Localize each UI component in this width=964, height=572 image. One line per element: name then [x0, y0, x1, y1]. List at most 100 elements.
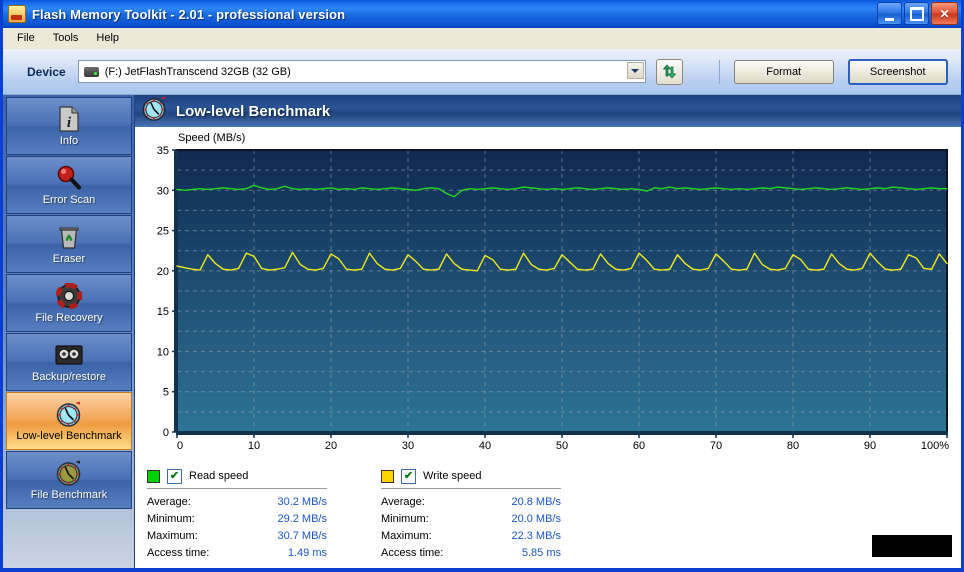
svg-text:0: 0: [177, 440, 183, 452]
menu-bar: File Tools Help: [3, 28, 961, 49]
window-title: Flash Memory Toolkit - 2.01 - profession…: [32, 6, 346, 22]
sidebar-item-label: Info: [59, 135, 79, 147]
write-minimum-row: Minimum: 20.0 MB/s: [381, 510, 601, 527]
menu-item-help[interactable]: Help: [88, 30, 127, 46]
stopwatch-blue-icon: [54, 400, 84, 428]
sidebar-item-file-recovery[interactable]: File Recovery: [6, 274, 132, 332]
stat-value: 1.49 ms: [287, 546, 327, 559]
benchmark-chart: Speed (MB/s) 0 5 10 15 20 25 30 35 0 10 20 30 40 50 60…: [135, 127, 961, 461]
read-access-time-row: Access time: 1.49 ms: [147, 544, 367, 561]
title-bar: Flash Memory Toolkit - 2.01 - profession…: [3, 0, 961, 28]
sidebar-item-info[interactable]: i Info: [6, 97, 132, 155]
svg-text:70: 70: [710, 440, 722, 452]
svg-text:40: 40: [479, 440, 491, 452]
sidebar-item-backup-restore[interactable]: Backup/restore: [6, 333, 132, 391]
lifebuoy-icon: [54, 282, 84, 310]
screenshot-button[interactable]: Screenshot: [847, 58, 948, 85]
sidebar-filler: [6, 510, 132, 568]
write-access-time-row: Access time: 5.85 ms: [381, 544, 601, 561]
write-legend-label: Write speed: [423, 470, 482, 482]
read-minimum-row: Minimum: 29.2 MB/s: [147, 510, 367, 527]
page-title: Low-level Benchmark: [176, 102, 331, 120]
svg-text:20: 20: [157, 266, 169, 278]
close-button[interactable]: ✕: [931, 2, 958, 25]
chart-axis-title: Speed (MB/s): [178, 132, 246, 144]
stat-key: Average:: [381, 495, 425, 508]
minimize-button[interactable]: [877, 2, 902, 25]
stat-value: 20.0 MB/s: [511, 512, 561, 525]
stat-key: Access time:: [381, 546, 444, 559]
read-speed-checkbox[interactable]: ✔: [167, 468, 182, 484]
sidebar-item-error-scan[interactable]: Error Scan: [6, 156, 132, 214]
write-color-swatch: [381, 469, 394, 483]
stat-key: Minimum:: [147, 512, 195, 525]
write-average-row: Average: 20.8 MB/s: [381, 493, 601, 510]
sidebar-item-label: File Recovery: [35, 312, 103, 324]
refresh-button[interactable]: [655, 58, 683, 85]
menu-item-file[interactable]: File: [9, 30, 43, 46]
stat-key: Maximum:: [381, 529, 432, 542]
chart-svg: 0 5 10 15 20 25 30 35 0 10 20 30 40 50 60 70 80 90 100%: [157, 145, 949, 452]
info-document-icon: i: [54, 105, 84, 133]
sidebar-item-label: File Benchmark: [30, 489, 108, 501]
cassette-tape-icon: [54, 341, 84, 369]
svg-text:10: 10: [157, 346, 169, 358]
svg-text:80: 80: [787, 440, 799, 452]
refresh-icon: [662, 64, 676, 79]
stat-value: 5.85 ms: [521, 546, 561, 559]
read-average-row: Average: 30.2 MB/s: [147, 493, 367, 510]
menu-item-tools[interactable]: Tools: [45, 30, 87, 46]
write-stats-column: ✔ Write speed Average: 20.8 MB/s Minimum…: [381, 467, 601, 561]
svg-text:100%: 100%: [921, 440, 949, 452]
read-legend-label: Read speed: [189, 470, 249, 482]
sidebar-item-low-level-benchmark[interactable]: Low-level Benchmark: [6, 392, 132, 450]
stat-key: Access time:: [147, 546, 210, 559]
trash-recycle-icon: [54, 223, 84, 251]
divider: [147, 488, 327, 489]
device-select[interactable]: (F:) JetFlashTranscend 32GB (32 GB): [77, 60, 646, 83]
svg-text:10: 10: [248, 440, 260, 452]
window-controls: ✕: [877, 2, 958, 25]
svg-text:5: 5: [163, 387, 169, 399]
svg-text:20: 20: [325, 440, 337, 452]
device-toolbar: Device (F:) JetFlashTranscend 32GB (32 G…: [3, 49, 961, 95]
format-button[interactable]: Format: [733, 59, 834, 84]
svg-text:15: 15: [157, 306, 169, 318]
read-maximum-row: Maximum: 30.7 MB/s: [147, 527, 367, 544]
svg-text:60: 60: [633, 440, 645, 452]
main-body: i Info Error Scan Eraser File Recovery B…: [3, 95, 961, 568]
stat-value: 29.2 MB/s: [277, 512, 327, 525]
sidebar-item-eraser[interactable]: Eraser: [6, 215, 132, 273]
stat-value: 30.2 MB/s: [277, 495, 327, 508]
stopwatch-olive-icon: [54, 459, 84, 487]
svg-text:35: 35: [157, 145, 169, 157]
drive-icon: [83, 66, 99, 77]
stat-value: 20.8 MB/s: [511, 495, 561, 508]
svg-text:0: 0: [163, 427, 169, 439]
device-select-value: (F:) JetFlashTranscend 32GB (32 GB): [104, 65, 291, 78]
write-speed-checkbox[interactable]: ✔: [401, 468, 416, 484]
chevron-down-icon[interactable]: [626, 62, 644, 79]
stat-key: Minimum:: [381, 512, 429, 525]
toolbar-separator: [718, 59, 720, 84]
stat-value: 22.3 MB/s: [511, 529, 561, 542]
read-legend-row: ✔ Read speed: [147, 467, 367, 485]
sidebar-item-file-benchmark[interactable]: File Benchmark: [6, 451, 132, 509]
sidebar: i Info Error Scan Eraser File Recovery B…: [3, 95, 135, 568]
redacted-box: [872, 535, 952, 557]
maximize-button[interactable]: [904, 2, 929, 25]
magnifier-icon: [54, 164, 84, 192]
read-color-swatch: [147, 469, 160, 483]
stat-key: Average:: [147, 495, 191, 508]
svg-text:25: 25: [157, 226, 169, 238]
sidebar-item-label: Low-level Benchmark: [16, 430, 122, 442]
statistics-area: ✔ Read speed Average: 30.2 MB/s Minimum:…: [135, 461, 961, 561]
stat-value: 30.7 MB/s: [277, 529, 327, 542]
write-legend-row: ✔ Write speed: [381, 467, 601, 485]
divider: [381, 488, 561, 489]
stat-key: Maximum:: [147, 529, 198, 542]
panel-header: Low-level Benchmark: [135, 95, 961, 127]
svg-text:30: 30: [157, 185, 169, 197]
content-panel: Low-level Benchmark Speed (MB/s) 0 5 10 15 2…: [135, 95, 961, 568]
sidebar-item-label: Backup/restore: [32, 371, 106, 383]
